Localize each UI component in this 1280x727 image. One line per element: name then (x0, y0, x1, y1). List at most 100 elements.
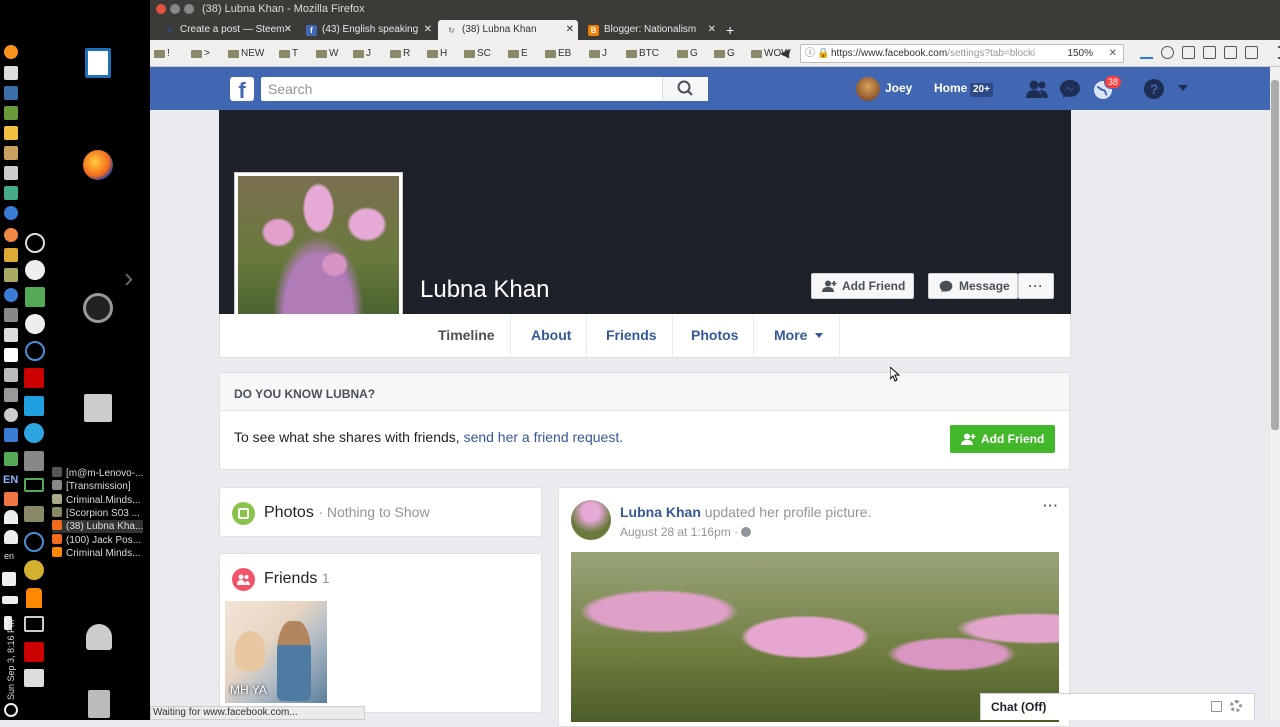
post-author-avatar[interactable] (571, 500, 611, 540)
add-friend-green-button[interactable]: Add Friend (950, 425, 1055, 453)
info-icon[interactable]: ⓘ (805, 45, 815, 62)
taskbar-window-item[interactable]: (38) Lubna Kha... (52, 520, 144, 534)
facebook-logo-icon[interactable]: f (230, 77, 254, 103)
app-icon[interactable] (4, 228, 18, 242)
post-date[interactable]: August 28 at 1:16pm (620, 525, 731, 539)
messenger-icon[interactable] (1059, 79, 1081, 99)
zoom-level[interactable]: 150% (1067, 45, 1093, 62)
app-icon[interactable] (4, 328, 18, 342)
home-icon[interactable] (1245, 46, 1258, 59)
bookmark-item[interactable]: W (316, 47, 338, 60)
search-input[interactable]: Search (261, 77, 708, 101)
youtube-icon[interactable] (1224, 46, 1237, 59)
app-icon[interactable] (4, 86, 18, 100)
app-icon[interactable] (4, 106, 18, 120)
atom-icon[interactable] (24, 532, 44, 552)
volume-icon[interactable] (2, 572, 16, 586)
app-icon[interactable] (4, 186, 18, 200)
app-icon[interactable] (24, 616, 44, 632)
app-icon[interactable] (24, 506, 44, 522)
keyboard-layout-label-2[interactable]: en (4, 551, 14, 561)
library-icon[interactable] (1182, 46, 1195, 59)
tab-timeline[interactable]: Timeline (423, 314, 511, 357)
app-icon[interactable] (4, 288, 18, 302)
app-icon[interactable] (4, 206, 18, 220)
tab-english-speaking[interactable]: f (43) English speaking ✕ (298, 20, 436, 40)
close-tab-icon[interactable]: ✕ (566, 20, 574, 40)
close-window-icon[interactable] (156, 4, 166, 14)
app-icon[interactable] (4, 388, 18, 402)
maximize-window-icon[interactable] (184, 4, 194, 14)
lock-icon[interactable]: 🔒 (817, 45, 829, 62)
clear-url-icon[interactable]: ✕ (1109, 45, 1117, 62)
bookmark-item[interactable]: NEW (228, 47, 264, 60)
ubuntu-icon[interactable] (83, 293, 113, 323)
app-icon[interactable] (25, 314, 45, 334)
friend-photo[interactable]: MH YA (225, 601, 327, 703)
bookmark-item[interactable]: R (390, 47, 410, 60)
warning-icon[interactable] (4, 492, 18, 506)
bookmark-item[interactable]: G (714, 47, 735, 60)
app-icon[interactable] (4, 166, 18, 180)
post-author-link[interactable]: Lubna Khan (620, 504, 701, 520)
download-icon[interactable] (1140, 46, 1153, 59)
screenshot-icon[interactable] (1203, 46, 1216, 59)
filezilla-icon[interactable] (24, 642, 44, 662)
app-icon[interactable] (24, 451, 44, 471)
tab-about[interactable]: About (516, 314, 588, 357)
battery-icon[interactable] (2, 596, 18, 604)
add-friend-button[interactable]: Add Friend (811, 273, 914, 299)
tab-blogger[interactable]: B Blogger: Nationalism ✕ (580, 20, 720, 40)
app-icon[interactable] (24, 669, 44, 687)
app-icon[interactable] (24, 560, 44, 580)
new-tab-button[interactable]: + (726, 20, 734, 40)
close-tab-icon[interactable]: ✕ (424, 20, 432, 40)
settings-gear-icon[interactable] (1230, 700, 1242, 712)
filezilla-icon[interactable] (24, 368, 44, 388)
app-icon[interactable] (4, 368, 18, 382)
page-scrollbar-thumb[interactable] (1271, 80, 1279, 430)
close-tab-icon[interactable]: ✕ (284, 20, 292, 40)
search-button[interactable] (662, 77, 707, 101)
app-icon[interactable] (4, 348, 18, 362)
person-icon[interactable] (4, 530, 18, 544)
taskbar-window-item[interactable]: [m@m-Lenovo-... (52, 467, 143, 480)
taskbar-window-item[interactable]: Criminal Minds... (52, 546, 140, 560)
app-icon[interactable] (4, 268, 18, 282)
vlc-icon[interactable] (26, 588, 42, 608)
chevron-right-icon[interactable]: › (124, 262, 133, 294)
post-menu-icon[interactable]: ··· (1043, 498, 1059, 513)
trash-icon[interactable] (88, 690, 110, 718)
app-icon[interactable] (4, 146, 18, 160)
bookmark-item[interactable]: T (279, 47, 298, 60)
tab-more[interactable]: More (759, 314, 841, 357)
profile-name[interactable]: Lubna Khan (420, 276, 549, 304)
app-icon[interactable] (4, 428, 18, 442)
app-icon[interactable] (4, 248, 18, 262)
account-menu-chevron-down-icon[interactable] (1178, 85, 1188, 91)
firefox-icon[interactable] (83, 150, 113, 180)
bookmark-item[interactable]: G (677, 47, 698, 60)
help-icon[interactable]: ? (1144, 79, 1164, 99)
home-link[interactable]: Home (934, 81, 967, 95)
app-icon[interactable] (4, 66, 18, 80)
taskbar-window-item[interactable]: Criminal.Minds... (52, 493, 140, 507)
app-icon[interactable] (25, 233, 45, 253)
bookmark-item[interactable]: EB (545, 47, 571, 60)
app-icon[interactable] (24, 478, 44, 492)
wifi-icon[interactable] (4, 510, 18, 524)
app-icon[interactable] (4, 452, 18, 466)
bookmark-item[interactable]: > (191, 47, 210, 60)
bookmark-item[interactable]: E (508, 47, 528, 60)
minimize-window-icon[interactable] (170, 4, 180, 14)
telegram-icon[interactable] (24, 423, 44, 443)
clock[interactable]: Sun Sep 3, 8:16 PM (6, 610, 16, 700)
bookmark-item[interactable]: J (353, 47, 371, 60)
taskbar-window-item[interactable]: [Transmission] (52, 480, 131, 493)
app-icon[interactable] (4, 308, 18, 322)
bookmark-item[interactable]: BTC (626, 47, 659, 60)
bitcoin-icon[interactable] (4, 45, 18, 59)
writer-icon[interactable] (85, 48, 111, 78)
taskbar-window-item[interactable]: (100) Jack Pos... (52, 533, 141, 547)
archive-icon[interactable] (84, 394, 112, 422)
